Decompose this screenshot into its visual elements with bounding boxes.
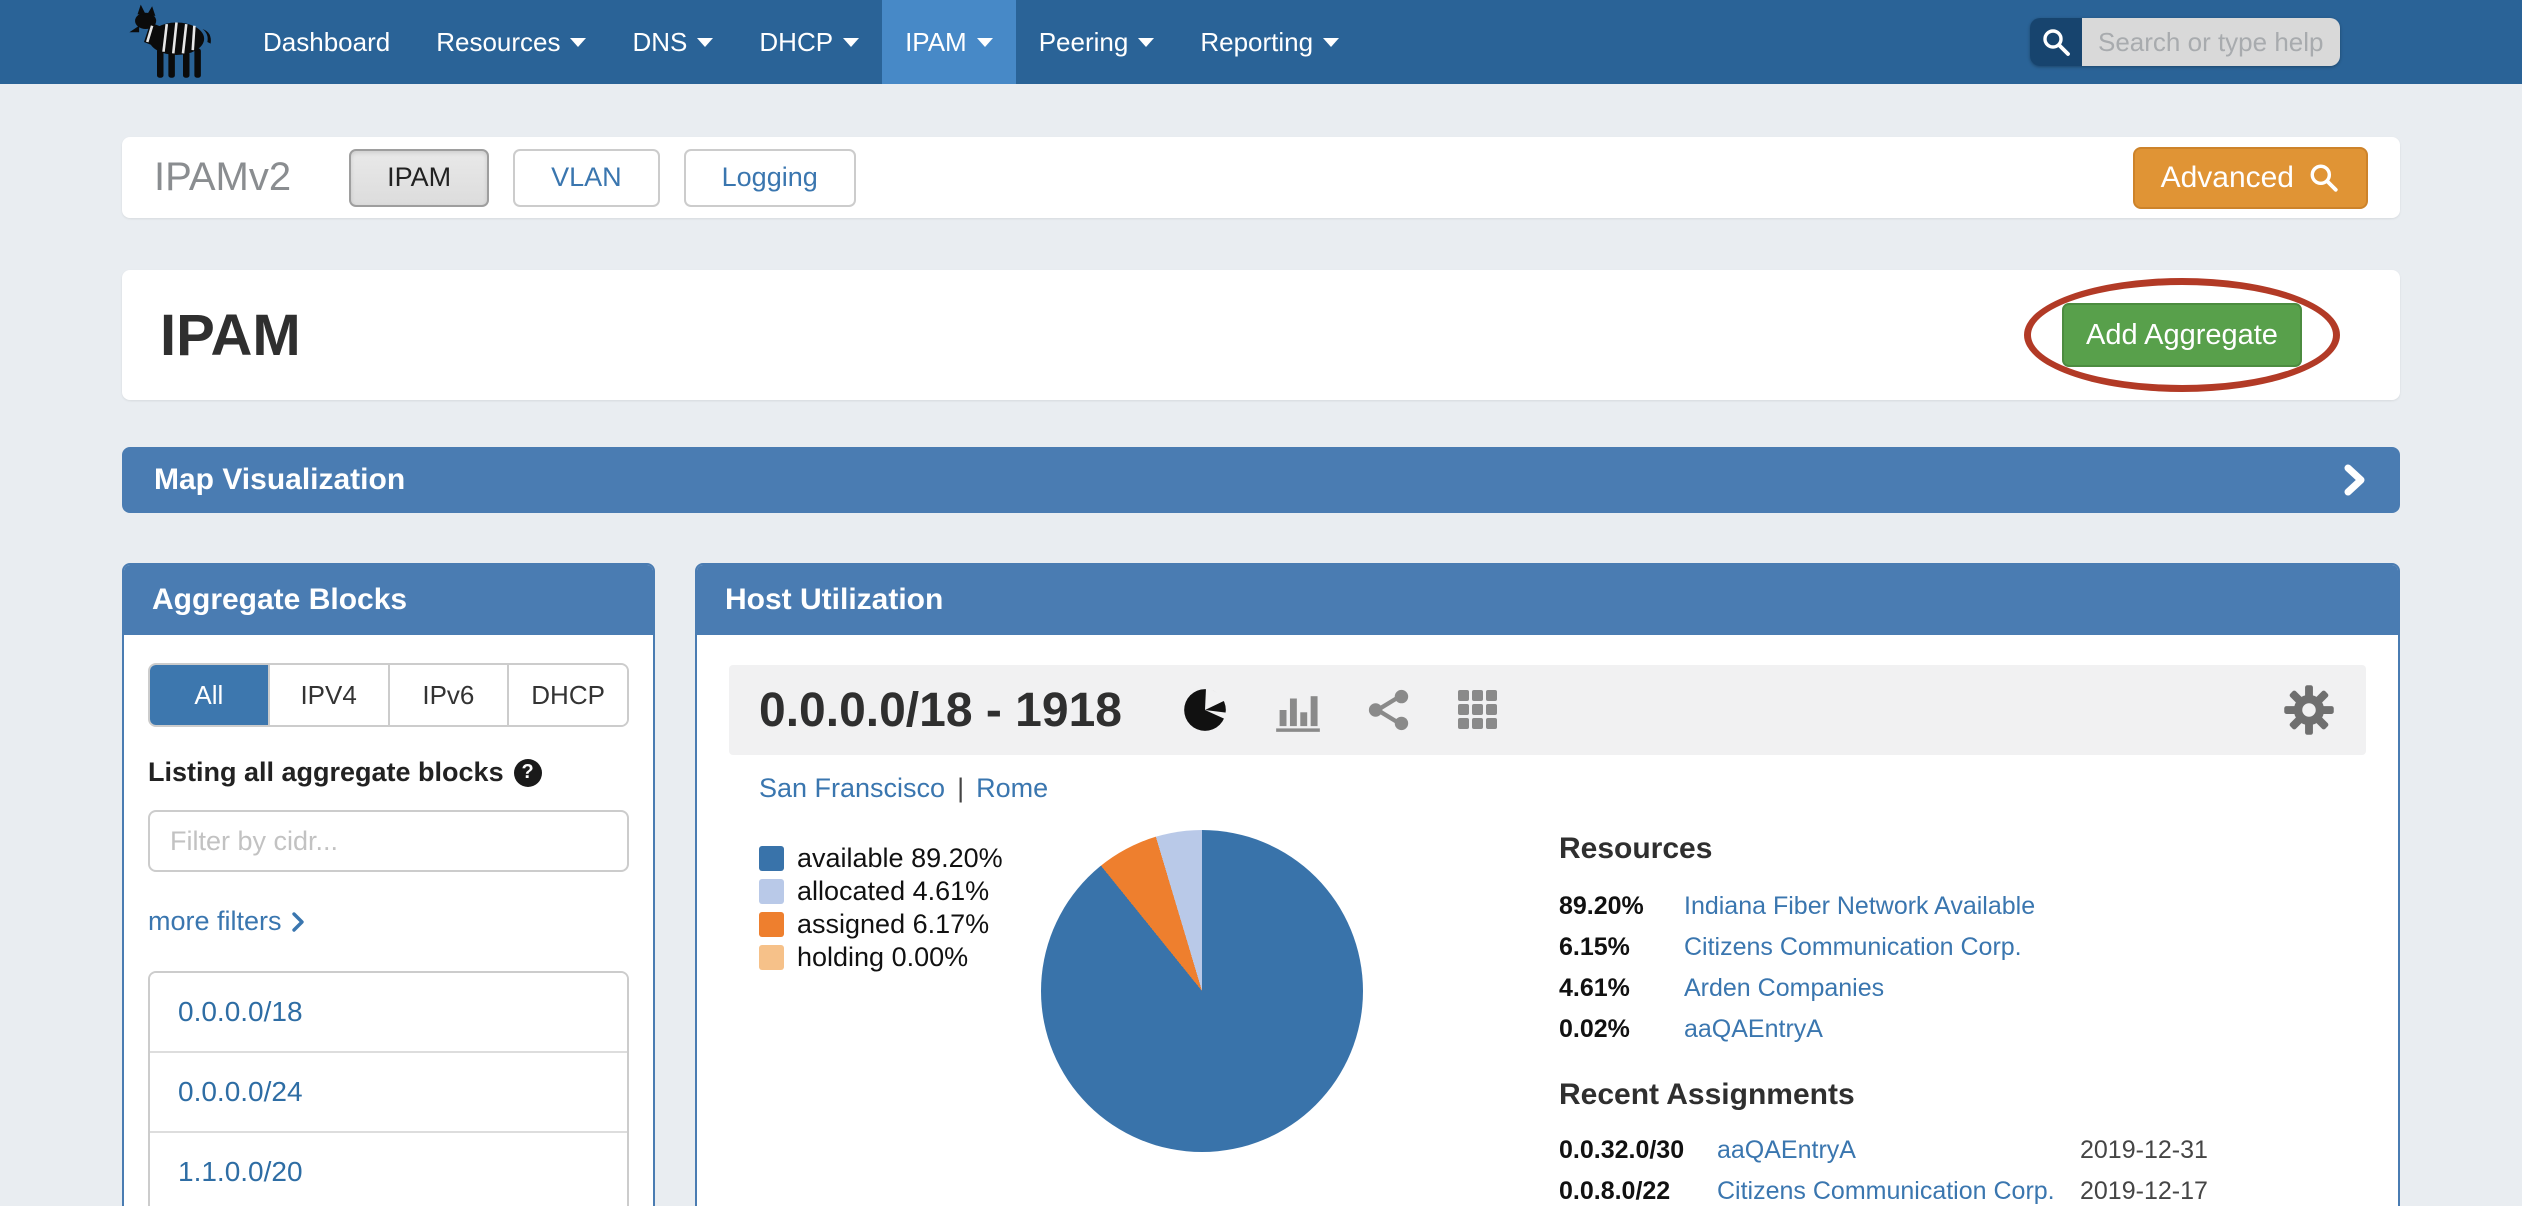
table-row: 89.20%Indiana Fiber Network Available xyxy=(1559,886,2208,927)
legend-item: available 89.20% xyxy=(759,842,1041,875)
table-row: 0.0.8.0/22Citizens Communication Corp.20… xyxy=(1559,1171,2208,1206)
gear-icon[interactable] xyxy=(2282,683,2336,737)
tab-all[interactable]: All xyxy=(150,665,270,725)
cidr-filter-input[interactable] xyxy=(148,810,629,872)
legend-swatch xyxy=(759,879,784,904)
map-visualization-title: Map Visualization xyxy=(154,463,405,497)
legend-swatch xyxy=(759,846,784,871)
chevron-down-icon xyxy=(697,38,713,47)
chevron-right-icon xyxy=(2342,463,2368,497)
legend-item: allocated 4.61% xyxy=(759,875,1041,908)
advanced-button[interactable]: Advanced xyxy=(2133,147,2368,209)
block-title: 0.0.0.0/18 - 1918 xyxy=(759,683,1122,738)
tab-ipv4[interactable]: IPV4 xyxy=(270,665,390,725)
nav-item-resources[interactable]: Resources xyxy=(413,0,609,84)
nav-item-peering[interactable]: Peering xyxy=(1016,0,1178,84)
assignment-link[interactable]: Citizens Communication Corp. xyxy=(1717,1177,2062,1206)
bar-chart-icon[interactable] xyxy=(1274,687,1322,733)
recent-assignments-list: 0.0.32.0/30aaQAEntryA2019-12-31 0.0.8.0/… xyxy=(1559,1130,2208,1206)
recent-assignments-heading: Recent Assignments xyxy=(1559,1078,2208,1112)
legend-item: holding 0.00% xyxy=(759,941,1041,974)
resource-link[interactable]: Indiana Fiber Network Available xyxy=(1684,892,2208,921)
mode-button-group: IPAM VLAN Logging xyxy=(349,149,856,207)
pie-legend: available 89.20% allocated 4.61% assigne… xyxy=(759,830,1041,1206)
map-visualization-bar[interactable]: Map Visualization xyxy=(122,447,2400,513)
chevron-right-icon xyxy=(290,910,306,934)
legend-item: assigned 6.17% xyxy=(759,908,1041,941)
page-header: IPAM Add Aggregate xyxy=(122,270,2400,400)
nav-item-reporting[interactable]: Reporting xyxy=(1177,0,1362,84)
nav-item-ipam[interactable]: IPAM xyxy=(882,0,1016,84)
tab-ipam[interactable]: IPAM xyxy=(349,149,489,207)
zebra-logo xyxy=(118,3,222,81)
listing-label: Listing all aggregate blocks ? xyxy=(148,757,629,788)
list-item[interactable]: 0.0.0.0/24 xyxy=(150,1053,627,1133)
resource-link[interactable]: aaQAEntryA xyxy=(1684,1015,2208,1044)
pie-chart-icon[interactable] xyxy=(1180,685,1230,735)
legend-swatch xyxy=(759,945,784,970)
nav-item-dhcp[interactable]: DHCP xyxy=(736,0,882,84)
add-aggregate-button[interactable]: Add Aggregate xyxy=(2062,303,2302,367)
aggregate-blocks-panel: Aggregate Blocks All IPV4 IPv6 DHCP List… xyxy=(122,563,655,1206)
chevron-down-icon xyxy=(1138,38,1154,47)
table-row: 6.15%Citizens Communication Corp. xyxy=(1559,927,2208,968)
list-item[interactable]: 0.0.0.0/18 xyxy=(150,973,627,1053)
location-link-rome[interactable]: Rome xyxy=(976,773,1048,803)
utilization-pie xyxy=(1041,830,1363,1152)
aggregate-filter-tabs: All IPV4 IPv6 DHCP xyxy=(148,663,629,727)
top-nav: Dashboard Resources DNS DHCP IPAM Peerin… xyxy=(0,0,2522,84)
share-icon[interactable] xyxy=(1366,687,1412,733)
tab-dhcp[interactable]: DHCP xyxy=(509,665,627,725)
tab-vlan[interactable]: VLAN xyxy=(513,149,660,207)
more-filters-link[interactable]: more filters xyxy=(148,906,629,937)
host-utilization-panel: Host Utilization 0.0.0.0/18 - 1918 xyxy=(695,563,2400,1206)
ipamv2-toolbar: IPAMv2 IPAM VLAN Logging Advanced xyxy=(122,137,2400,218)
page-title: IPAM xyxy=(160,302,301,369)
location-links: San Franscisco|Rome xyxy=(759,773,2366,804)
legend-swatch xyxy=(759,912,784,937)
chevron-down-icon xyxy=(843,38,859,47)
resources-list: 89.20%Indiana Fiber Network Available 6.… xyxy=(1559,886,2208,1050)
aggregate-list: 0.0.0.0/18 0.0.0.0/24 1.1.0.0/20 xyxy=(148,971,629,1206)
help-icon[interactable]: ? xyxy=(514,759,542,787)
global-search xyxy=(2030,18,2340,66)
list-item[interactable]: 1.1.0.0/20 xyxy=(150,1133,627,1206)
grid-icon[interactable] xyxy=(1456,688,1500,732)
location-link-san-francisco[interactable]: San Franscisco xyxy=(759,773,945,803)
table-row: 0.0.32.0/30aaQAEntryA2019-12-31 xyxy=(1559,1130,2208,1171)
search-icon xyxy=(2308,162,2340,194)
resource-link[interactable]: Citizens Communication Corp. xyxy=(1684,933,2208,962)
host-utilization-header: Host Utilization xyxy=(697,565,2398,635)
block-toolbar: 0.0.0.0/18 - 1918 xyxy=(729,665,2366,755)
resources-heading: Resources xyxy=(1559,832,2208,866)
nav-menu: Dashboard Resources DNS DHCP IPAM Peerin… xyxy=(240,0,1362,84)
table-row: 4.61%Arden Companies xyxy=(1559,968,2208,1009)
search-input[interactable] xyxy=(2082,18,2340,66)
chevron-down-icon xyxy=(1323,38,1339,47)
aggregate-blocks-header: Aggregate Blocks xyxy=(124,565,653,635)
table-row: 0.02%aaQAEntryA xyxy=(1559,1009,2208,1050)
chevron-down-icon xyxy=(977,38,993,47)
tab-ipv6[interactable]: IPv6 xyxy=(390,665,510,725)
app-title: IPAMv2 xyxy=(154,155,291,200)
nav-item-dns[interactable]: DNS xyxy=(609,0,736,84)
assignment-link[interactable]: aaQAEntryA xyxy=(1717,1136,2062,1165)
chevron-down-icon xyxy=(570,38,586,47)
search-icon[interactable] xyxy=(2030,18,2082,66)
resource-link[interactable]: Arden Companies xyxy=(1684,974,2208,1003)
nav-item-dashboard[interactable]: Dashboard xyxy=(240,0,413,84)
tab-logging[interactable]: Logging xyxy=(684,149,856,207)
